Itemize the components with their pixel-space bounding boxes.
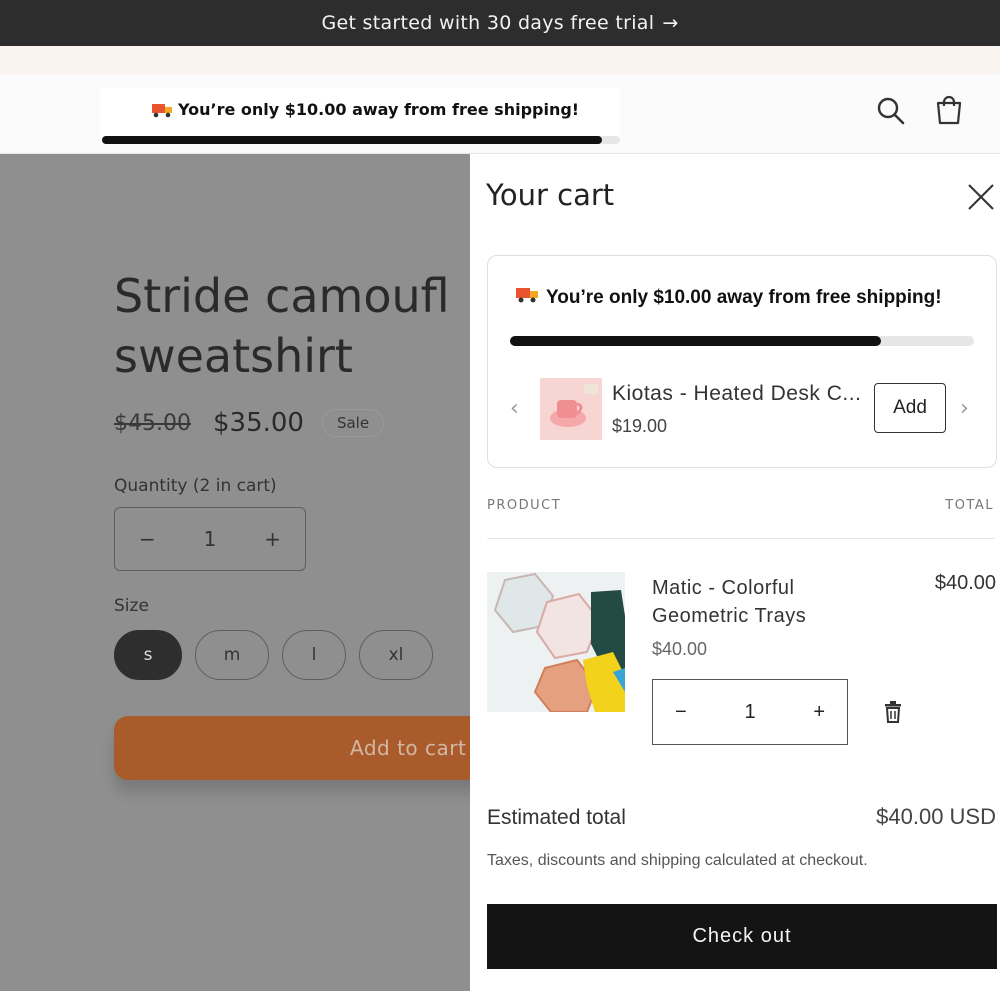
cart-drawer: Your cart You’re only $10.00 away from f… (470, 154, 1000, 991)
header-shipping-progress-fill (102, 136, 602, 144)
upsell-add-button[interactable]: Add (874, 383, 946, 433)
header-spacer (0, 46, 1000, 74)
size-option-m[interactable]: m (195, 630, 269, 680)
header-shipping-progress (102, 136, 620, 144)
free-shipping-text: You’re only $10.00 away from free shippi… (546, 287, 942, 308)
tax-note: Taxes, discounts and shipping calculated… (487, 852, 868, 869)
product-title-line-2: sweatshirt (114, 329, 353, 383)
sale-badge: Sale (321, 409, 385, 437)
free-shipping-card: You’re only $10.00 away from free shippi… (487, 255, 997, 468)
cart-quantity-decrease-button[interactable]: − (675, 701, 687, 724)
cart-item-image[interactable] (487, 572, 625, 712)
cart-item-quantity-stepper: − 1 + (652, 679, 848, 745)
size-option-l[interactable]: l (282, 630, 346, 680)
product-title-line-1: Stride camoufl (114, 269, 450, 323)
product-page-overlay[interactable]: Stride camoufl sweatshirt $45.00 $35.00 … (0, 154, 470, 991)
sale-price: $35.00 (212, 408, 304, 438)
cart-item-line-total: $40.00 (934, 572, 996, 594)
search-icon[interactable] (872, 92, 908, 128)
quantity-increase-button[interactable]: + (264, 527, 281, 551)
cart-icon[interactable] (931, 92, 967, 128)
size-option-s[interactable]: s (114, 630, 182, 680)
estimated-total-label: Estimated total (487, 806, 626, 829)
price-row: $45.00 $35.00 Sale (114, 408, 385, 438)
column-header-total: TOTAL (945, 498, 994, 513)
quantity-value[interactable]: 1 (204, 527, 217, 551)
announcement-text: Get started with 30 days free trial (321, 12, 655, 34)
estimated-total-value: $40.00 USD (876, 804, 996, 829)
announcement-bar[interactable]: Get started with 30 days free trial → (0, 0, 1000, 46)
cart-quantity-increase-button[interactable]: + (813, 701, 825, 724)
cart-item-name[interactable]: Matic - Colorful Geometric Trays (652, 574, 852, 630)
free-shipping-message: You’re only $10.00 away from free shippi… (516, 286, 942, 309)
cart-title: Your cart (486, 178, 615, 212)
add-to-cart-button[interactable]: Add to cart (114, 716, 470, 780)
product-title: Stride camoufl sweatshirt (114, 266, 450, 386)
arrow-right-icon: → (662, 12, 679, 34)
site-header: You’re only $10.00 away from free shippi… (0, 74, 1000, 154)
product-quantity-stepper: − 1 + (114, 507, 306, 571)
free-shipping-progress-fill (510, 336, 882, 346)
truck-icon (516, 286, 540, 309)
checkout-button[interactable]: Check out (487, 904, 997, 969)
size-options: s m l xl (114, 630, 446, 680)
trash-icon[interactable] (882, 700, 904, 724)
size-label: Size (114, 596, 149, 616)
size-option-xl[interactable]: xl (359, 630, 433, 680)
close-icon[interactable] (964, 180, 998, 214)
header-shipping-bar: You’re only $10.00 away from free shippi… (100, 88, 620, 144)
upsell-product-name[interactable]: Kiotas - Heated Desk C... (612, 382, 861, 406)
compare-at-price: $45.00 (114, 410, 191, 436)
upsell-product-price: $19.00 (612, 416, 668, 436)
cart-item-unit-price: $40.00 (652, 639, 708, 659)
truck-icon (152, 102, 174, 122)
header-shipping-message: You’re only $10.00 away from free shippi… (178, 100, 580, 119)
free-shipping-progress (510, 336, 974, 346)
upsell-product-image (540, 378, 602, 440)
chevron-left-icon[interactable]: ‹ (510, 396, 519, 421)
divider (487, 538, 995, 539)
column-header-product: PRODUCT (487, 498, 562, 513)
quantity-decrease-button[interactable]: − (139, 527, 156, 551)
cart-quantity-value[interactable]: 1 (744, 701, 755, 724)
chevron-right-icon[interactable]: › (960, 396, 969, 421)
quantity-label: Quantity (2 in cart) (114, 476, 277, 496)
